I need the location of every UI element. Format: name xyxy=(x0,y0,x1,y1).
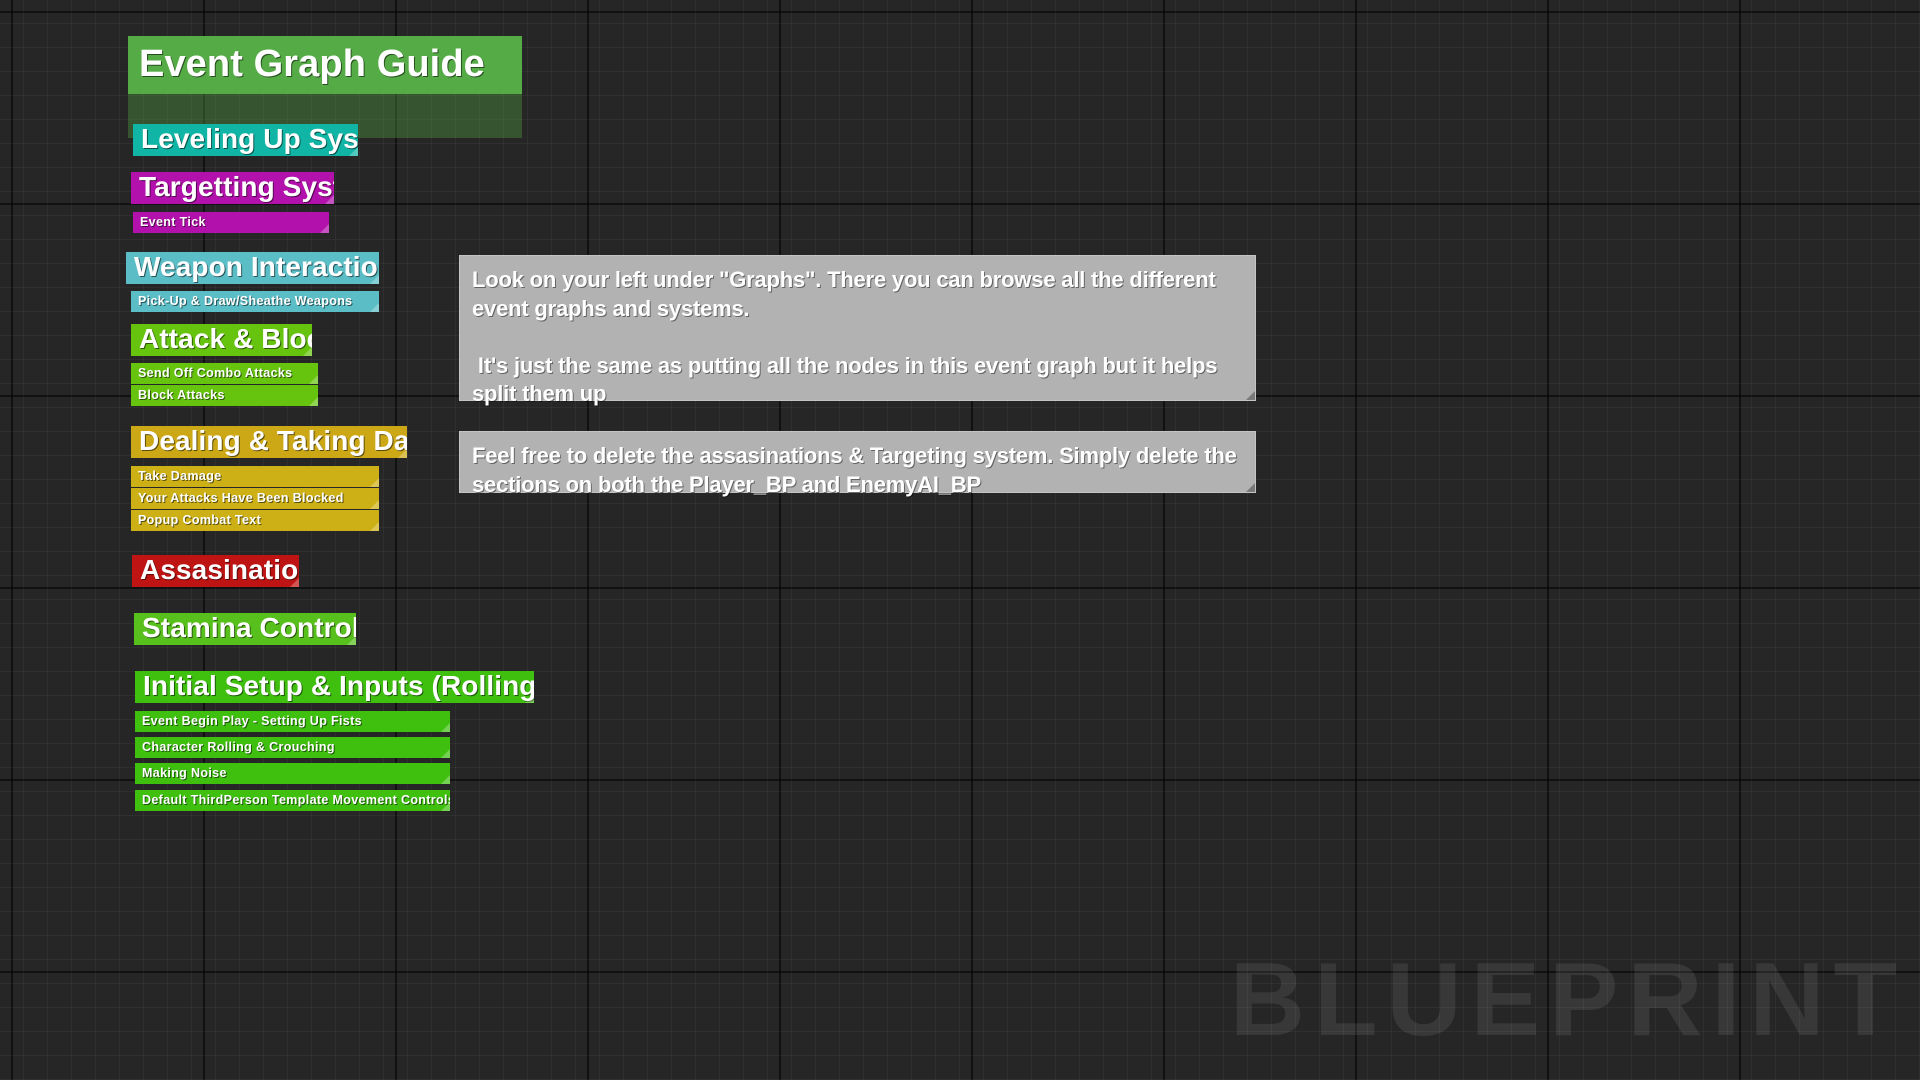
comment-node-popup-combat-text[interactable]: Popup Combat Text xyxy=(131,510,379,531)
comment-node-dealing-and-taking-damage[interactable]: Dealing & Taking Damage xyxy=(131,426,407,458)
comment-title-popup-combat-text: Popup Combat Text xyxy=(131,510,379,531)
comment-node-character-rolling-and-crouching[interactable]: Character Rolling & Crouching xyxy=(135,737,450,758)
resize-grip-icon[interactable] xyxy=(1246,483,1255,492)
comment-node-targetting-system[interactable]: Targetting System xyxy=(131,172,334,204)
resize-grip-icon[interactable] xyxy=(398,449,407,458)
comment-title-character-rolling-and-crouching: Character Rolling & Crouching xyxy=(135,737,450,758)
comment-node-leveling-up-system[interactable]: Leveling Up System xyxy=(133,124,358,156)
comment-node-event-begin-play-setting-up-fists[interactable]: Event Begin Play - Setting Up Fists xyxy=(135,711,450,732)
comment-title-send-off-combo-attacks: Send Off Combo Attacks xyxy=(131,363,318,384)
delete-systems-comment[interactable]: Feel free to delete the assasinations & … xyxy=(459,431,1256,497)
comment-title-pick-up-draw-sheathe-weapons: Pick-Up & Draw/Sheathe Weapons xyxy=(131,291,379,312)
resize-grip-icon[interactable] xyxy=(290,578,299,587)
comment-title-making-noise: Making Noise xyxy=(135,763,450,784)
comment-node-send-off-combo-attacks[interactable]: Send Off Combo Attacks xyxy=(131,363,318,384)
resize-grip-icon[interactable] xyxy=(441,723,450,732)
comment-title-your-attacks-have-been-blocked: Your Attacks Have Been Blocked xyxy=(131,488,379,509)
resize-grip-icon[interactable] xyxy=(320,224,329,233)
resize-grip-icon[interactable] xyxy=(370,275,379,284)
comment-title-take-damage: Take Damage xyxy=(131,466,379,487)
comment-node-initial-setup-and-inputs[interactable]: Initial Setup & Inputs (Rolling/Crouch) xyxy=(135,671,534,703)
comment-node-block-attacks[interactable]: Block Attacks xyxy=(131,385,318,406)
comment-title-weapon-interactions: Weapon Interactions xyxy=(126,252,379,284)
comment-node-assasinations[interactable]: Assasinations xyxy=(132,555,299,587)
resize-grip-icon[interactable] xyxy=(1246,391,1255,400)
comment-title-event-graph-guide: Event Graph Guide xyxy=(128,36,522,94)
resize-grip-icon[interactable] xyxy=(349,147,358,156)
comment-title-dealing-and-taking-damage: Dealing & Taking Damage xyxy=(131,426,407,458)
graphs-info-comment[interactable]: Look on your left under "Graphs". There … xyxy=(459,255,1256,406)
comment-node-event-tick[interactable]: Event Tick xyxy=(133,212,329,233)
resize-grip-icon[interactable] xyxy=(370,478,379,487)
resize-grip-icon[interactable] xyxy=(309,375,318,384)
comment-title-event-tick: Event Tick xyxy=(133,212,329,233)
comment-node-pick-up-draw-sheathe-weapons[interactable]: Pick-Up & Draw/Sheathe Weapons xyxy=(131,291,379,312)
comment-node-event-graph-guide[interactable]: Event Graph Guide xyxy=(128,36,522,138)
resize-grip-icon[interactable] xyxy=(309,397,318,406)
blueprint-watermark: BLUEPRINT xyxy=(1229,942,1906,1058)
comment-title-initial-setup-and-inputs: Initial Setup & Inputs (Rolling/Crouch) xyxy=(135,671,534,703)
resize-grip-icon[interactable] xyxy=(347,636,356,645)
resize-grip-icon[interactable] xyxy=(325,195,334,204)
comment-title-stamina-control: Stamina Control xyxy=(134,613,356,645)
comment-title-targetting-system: Targetting System xyxy=(131,172,334,204)
comment-title-block-attacks: Block Attacks xyxy=(131,385,318,406)
comment-node-attack-and-block[interactable]: Attack & Block xyxy=(131,324,312,356)
resize-grip-icon[interactable] xyxy=(525,694,534,703)
resize-grip-icon[interactable] xyxy=(441,802,450,811)
comment-node-your-attacks-have-been-blocked[interactable]: Your Attacks Have Been Blocked xyxy=(131,488,379,509)
resize-grip-icon[interactable] xyxy=(370,500,379,509)
resize-grip-icon[interactable] xyxy=(370,522,379,531)
comment-node-stamina-control[interactable]: Stamina Control xyxy=(134,613,356,645)
comment-node-default-thirdperson-template-movement-controls[interactable]: Default ThirdPerson Template Movement Co… xyxy=(135,790,450,811)
comment-node-making-noise[interactable]: Making Noise xyxy=(135,763,450,784)
comment-title-assasinations: Assasinations xyxy=(132,555,299,587)
graphs-info-comment-text: Look on your left under "Graphs". There … xyxy=(472,267,1218,407)
comment-title-leveling-up-system: Leveling Up System xyxy=(133,124,358,156)
event-graph-canvas[interactable]: Event Graph Guide Leveling Up System Targ… xyxy=(0,0,1920,1080)
resize-grip-icon[interactable] xyxy=(441,775,450,784)
comment-title-default-thirdperson-template-movement-controls: Default ThirdPerson Template Movement Co… xyxy=(135,790,450,811)
resize-grip-icon[interactable] xyxy=(370,303,379,312)
resize-grip-icon[interactable] xyxy=(303,347,312,356)
comment-node-take-damage[interactable]: Take Damage xyxy=(131,466,379,487)
comment-node-weapon-interactions[interactable]: Weapon Interactions xyxy=(126,252,379,284)
delete-systems-comment-text: Feel free to delete the assasinations & … xyxy=(472,443,1243,497)
comment-title-attack-and-block: Attack & Block xyxy=(131,324,312,356)
resize-grip-icon[interactable] xyxy=(441,749,450,758)
comment-title-event-begin-play-setting-up-fists: Event Begin Play - Setting Up Fists xyxy=(135,711,450,732)
